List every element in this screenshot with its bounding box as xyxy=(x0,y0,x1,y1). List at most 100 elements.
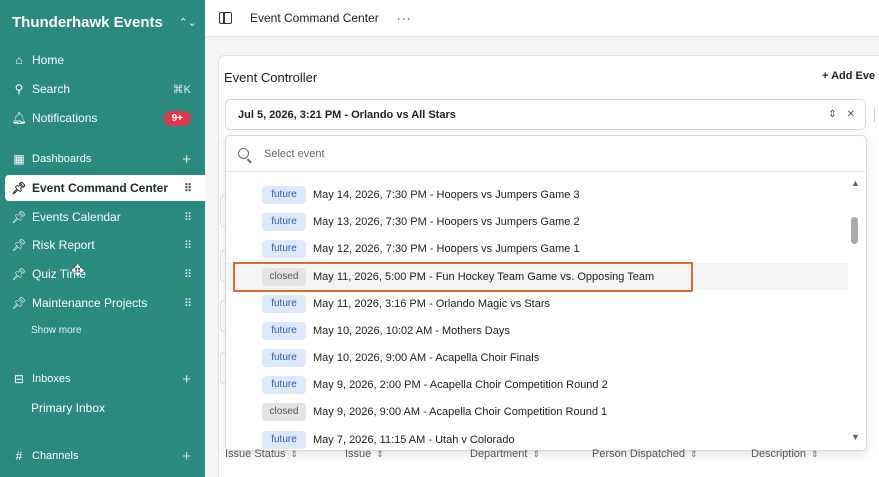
status-badge: closed xyxy=(262,402,306,421)
sidebar-item-search[interactable]: ⚲ Search ⌘K xyxy=(0,76,205,102)
status-badge: future xyxy=(262,239,306,258)
sidebar-item-label: Home xyxy=(32,53,65,67)
sidebar-item-label: Risk Report xyxy=(32,238,95,252)
event-option[interactable]: future May 10, 2026, 9:00 AM - Acapella C… xyxy=(226,344,848,371)
status-badge: future xyxy=(262,348,306,367)
column-header-person-dispatched[interactable]: Person Dispatched ⇕ xyxy=(592,448,698,460)
sort-icon: ⇕ xyxy=(376,449,384,459)
sort-icon: ⇕ xyxy=(689,449,698,459)
event-option-label: May 12, 2026, 7:30 PM - Hoopers vs Jumpe… xyxy=(313,242,580,255)
dropdown-search xyxy=(226,136,866,172)
sidebar-item-primary-inbox[interactable]: Primary Inbox xyxy=(0,395,205,421)
sidebar-item-label: Primary Inbox xyxy=(31,401,106,415)
section-label: Channels xyxy=(32,450,79,462)
event-option-label: May 14, 2026, 7:30 PM - Hoopers vs Jumpe… xyxy=(313,188,580,201)
scroll-up-icon[interactable]: ▲ xyxy=(851,178,860,188)
more-options-icon[interactable]: ··· xyxy=(397,11,412,25)
event-option[interactable]: future May 14, 2026, 7:30 PM - Hoopers vs… xyxy=(226,181,848,208)
sidebar-item-events-calendar[interactable]: 📌︎ Events Calendar ⠿ xyxy=(0,204,205,230)
sort-icon: ⇕ xyxy=(532,449,541,459)
column-header-issue[interactable]: Issue ⇕ xyxy=(345,448,384,460)
event-option-label: May 9, 2026, 2:00 PM - Acapella Choir Co… xyxy=(313,378,608,391)
sidebar-item-quiz-time[interactable]: 📌︎ Quiz Time ⠿ xyxy=(0,261,205,287)
chevron-updown-icon[interactable]: ⇕ xyxy=(828,109,836,120)
event-option-label: May 10, 2026, 10:02 AM - Mothers Days xyxy=(313,324,510,337)
event-search-input[interactable] xyxy=(264,147,764,160)
event-option[interactable]: future May 11, 2026, 3:16 PM - Orlando Ma… xyxy=(226,290,848,317)
sidebar-section-channels[interactable]: # Channels + xyxy=(0,443,205,469)
chevron-updown-icon: ⌃⌄ xyxy=(178,16,197,29)
add-event-button[interactable]: + Add Eve xyxy=(822,70,875,82)
search-icon xyxy=(238,148,249,159)
sidebar-item-label: Maintenance Projects xyxy=(32,296,148,310)
page-title: Event Command Center xyxy=(250,11,379,25)
sidebar-item-notifications[interactable]: 🔔︎ Notifications 9+ xyxy=(0,105,205,131)
event-option-label: May 9, 2026, 9:00 AM - Acapella Choir Co… xyxy=(313,405,608,418)
search-icon: ⚲ xyxy=(14,82,24,96)
show-more-link[interactable]: Show more xyxy=(31,325,82,336)
search-shortcut: ⌘K xyxy=(172,83,191,96)
sidebar-item-event-command-center[interactable]: 📌︎ Event Command Center ⠿ xyxy=(5,175,205,201)
event-dropdown: future May 14, 2026, 7:30 PM - Hoopers vs… xyxy=(225,135,867,451)
column-header-description[interactable]: Description ⇕ xyxy=(751,448,819,460)
column-header-issue-status[interactable]: Issue Status ⇕ xyxy=(225,448,298,460)
section-label: Inboxes xyxy=(32,373,71,385)
sidebar-item-label: Event Command Center xyxy=(32,181,169,195)
status-badge: future xyxy=(262,212,306,231)
pin-icon: 📌︎ xyxy=(11,296,27,310)
event-option[interactable]: closed May 9, 2026, 9:00 AM - Acapella Ch… xyxy=(226,398,848,425)
event-option-label: May 10, 2026, 9:00 AM - Acapella Choir F… xyxy=(313,351,540,364)
drag-handle-icon[interactable]: ⠿ xyxy=(184,182,192,195)
sidebar-item-home[interactable]: ⌂ Home xyxy=(0,47,205,73)
notifications-badge: 9+ xyxy=(163,110,191,126)
sidebar-section-dashboards[interactable]: ▦ Dashboards + xyxy=(0,146,205,172)
scroll-down-icon[interactable]: ▼ xyxy=(851,432,860,442)
status-badge: future xyxy=(262,321,306,340)
event-option[interactable]: future May 13, 2026, 7:30 PM - Hoopers vs… xyxy=(226,208,848,235)
clear-icon[interactable]: ✕ xyxy=(847,109,855,120)
drag-handle-icon[interactable]: ⠿ xyxy=(184,297,192,310)
sidebar-toggle-icon[interactable] xyxy=(219,12,232,24)
pin-icon: 📌︎ xyxy=(11,210,27,224)
event-option[interactable]: future May 9, 2026, 2:00 PM - Acapella Ch… xyxy=(226,371,848,398)
sidebar-item-risk-report[interactable]: 📌︎ Risk Report ⠿ xyxy=(0,232,205,258)
move-cursor-icon: ✥ xyxy=(71,263,85,280)
sidebar-item-label: Notifications xyxy=(32,111,98,125)
status-badge: future xyxy=(262,185,306,204)
status-badge: future xyxy=(262,294,306,313)
sidebar-item-label: Search xyxy=(32,82,71,96)
drag-handle-icon[interactable]: ⠿ xyxy=(184,268,192,281)
selected-event: Jul 5, 2026, 3:21 PM - Orlando vs All St… xyxy=(238,108,456,121)
hash-icon: # xyxy=(15,449,23,463)
section-label: Dashboards xyxy=(32,153,92,165)
event-select[interactable]: Jul 5, 2026, 3:21 PM - Orlando vs All St… xyxy=(225,99,866,130)
sidebar-item-maintenance-projects[interactable]: 📌︎ Maintenance Projects ⠿ xyxy=(0,290,205,316)
pin-icon: 📌︎ xyxy=(11,238,27,252)
event-option-label: May 7, 2026, 11:15 AM - Utah v Colorado xyxy=(313,433,515,446)
home-icon: ⌂ xyxy=(15,53,23,67)
drag-handle-icon[interactable]: ⠿ xyxy=(184,211,192,224)
add-channel-icon[interactable]: + xyxy=(182,448,191,465)
add-inbox-icon[interactable]: + xyxy=(182,371,191,388)
event-option[interactable]: future May 12, 2026, 7:30 PM - Hoopers vs… xyxy=(226,235,848,262)
pin-icon: 📌︎ xyxy=(11,267,27,281)
drag-handle-icon[interactable]: ⠿ xyxy=(184,239,192,252)
status-badge: future xyxy=(262,430,306,449)
sort-icon: ⇕ xyxy=(811,449,819,459)
add-dashboard-icon[interactable]: + xyxy=(182,151,191,168)
dashboard-icon: ▦ xyxy=(13,152,25,166)
app: Thunderhawk Events ⌃⌄ ⌂ Home ⚲ Search ⌘K… xyxy=(0,0,879,477)
column-header-department[interactable]: Department ⇕ xyxy=(470,448,540,460)
workspace-name: Thunderhawk Events xyxy=(12,13,163,31)
sidebar-section-inboxes[interactable]: ⊟ Inboxes + xyxy=(0,366,205,392)
topbar: Event Command Center ··· xyxy=(205,0,879,37)
event-option[interactable]: future May 10, 2026, 10:02 AM - Mothers D… xyxy=(226,317,848,344)
inbox-icon: ⊟ xyxy=(13,372,25,386)
pin-icon: 📌︎ xyxy=(11,181,27,195)
sidebar: Thunderhawk Events ⌃⌄ ⌂ Home ⚲ Search ⌘K… xyxy=(0,0,205,477)
highlight-box xyxy=(233,262,693,292)
scrollbar-thumb[interactable] xyxy=(851,217,858,244)
workspace-switcher[interactable]: Thunderhawk Events ⌃⌄ xyxy=(12,12,197,32)
bell-icon: 🔔︎ xyxy=(11,111,27,125)
divider xyxy=(874,108,879,122)
